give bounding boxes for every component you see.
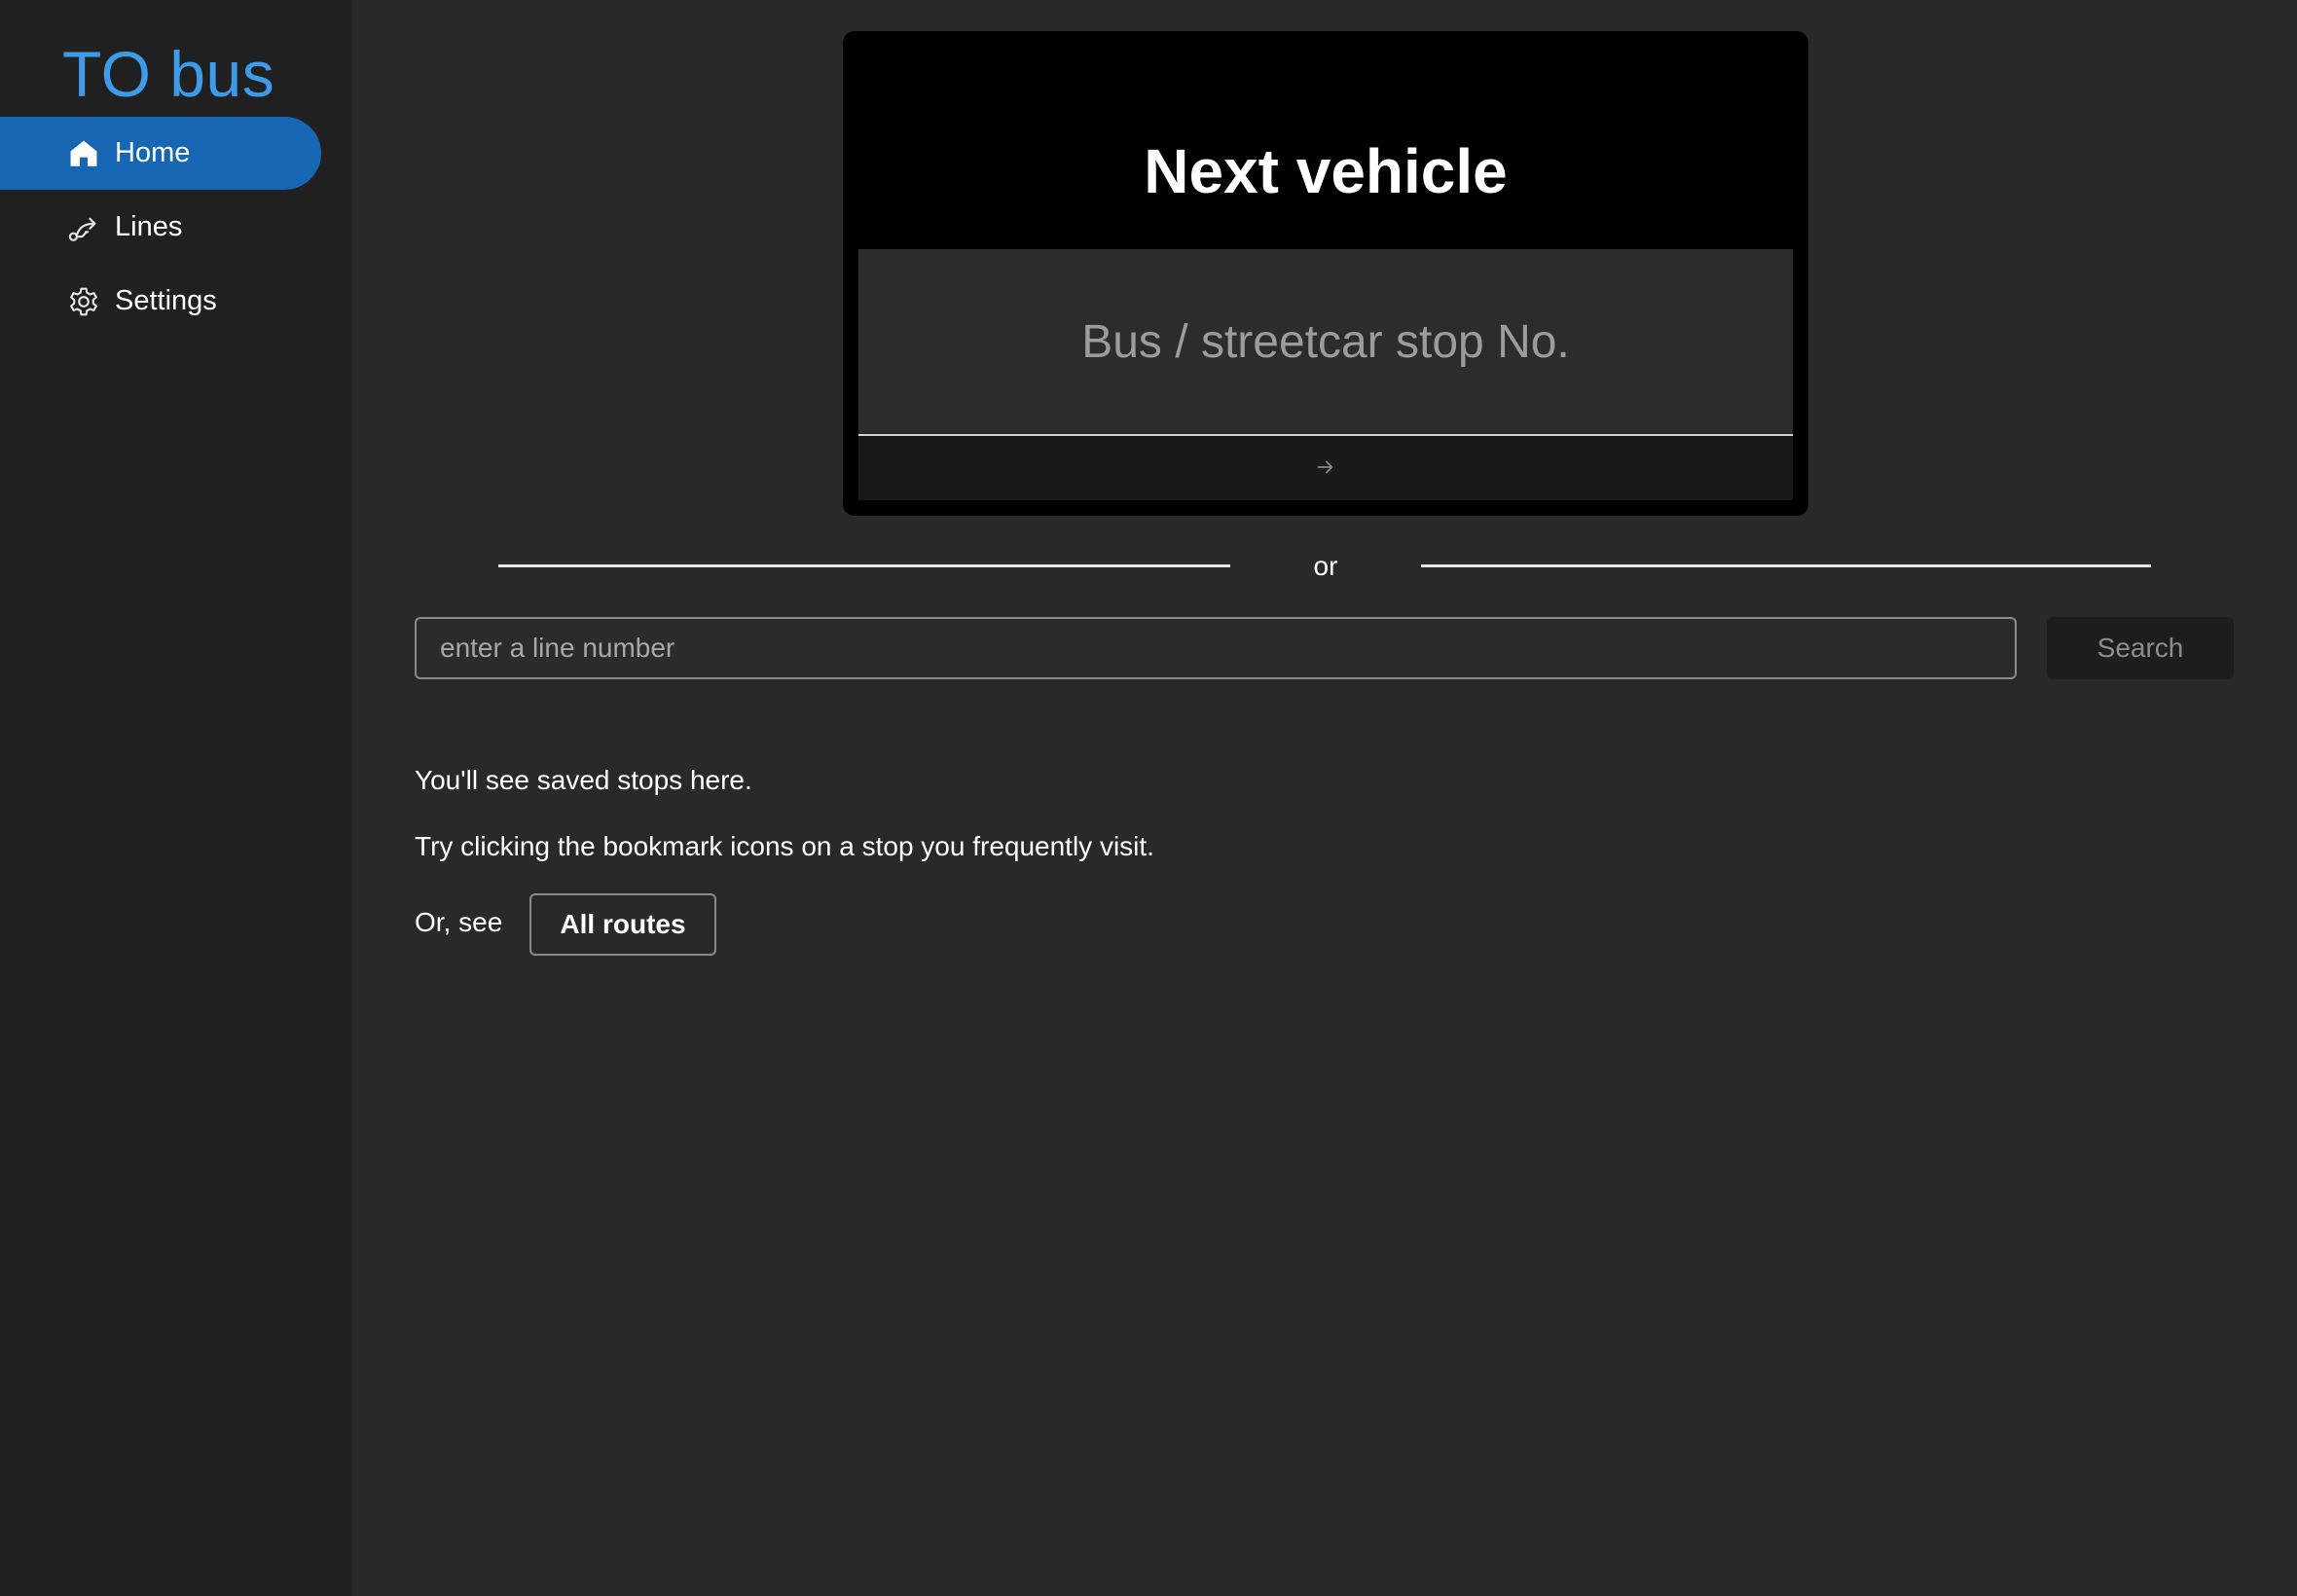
sidebar-item-label: Home bbox=[115, 137, 191, 168]
or-see-label: Or, see bbox=[415, 907, 503, 937]
route-icon bbox=[66, 210, 101, 245]
divider-line-right bbox=[1421, 564, 2151, 567]
sidebar-item-settings[interactable]: Settings bbox=[0, 265, 321, 338]
next-vehicle-title: Next vehicle bbox=[1144, 136, 1508, 206]
stop-number-input[interactable] bbox=[858, 249, 1793, 436]
sidebar: TO bus Home Lines Settings bbox=[0, 0, 352, 1596]
app-brand: TO bus bbox=[62, 38, 275, 110]
arrow-right-icon bbox=[1315, 456, 1336, 481]
line-number-input[interactable] bbox=[415, 617, 2017, 679]
app-window: TO bus Home Lines Settings Next vehicle … bbox=[0, 0, 2297, 1596]
divider-line-left bbox=[498, 564, 1230, 567]
sidebar-item-home[interactable]: Home bbox=[0, 117, 321, 190]
sidebar-item-label: Settings bbox=[115, 285, 217, 316]
divider-label: or bbox=[1313, 551, 1338, 581]
stop-submit-button[interactable] bbox=[858, 436, 1793, 500]
sidebar-item-lines[interactable]: Lines bbox=[0, 191, 321, 264]
search-button[interactable]: Search bbox=[2047, 617, 2234, 679]
saved-stops-empty-message: You'll see saved stops here. bbox=[415, 765, 752, 795]
or-divider: or bbox=[498, 545, 2153, 588]
gear-icon bbox=[66, 284, 101, 319]
sidebar-item-label: Lines bbox=[115, 211, 183, 242]
home-icon bbox=[66, 136, 101, 171]
all-routes-button[interactable]: All routes bbox=[529, 893, 716, 956]
saved-stops-hint: Try clicking the bookmark icons on a sto… bbox=[415, 831, 1154, 861]
next-vehicle-card: Next vehicle bbox=[843, 31, 1808, 516]
main-content: Next vehicle or Search You'll bbox=[352, 0, 2297, 1596]
sidebar-nav: Home Lines Settings bbox=[0, 117, 321, 339]
stop-search-panel bbox=[858, 249, 1793, 500]
